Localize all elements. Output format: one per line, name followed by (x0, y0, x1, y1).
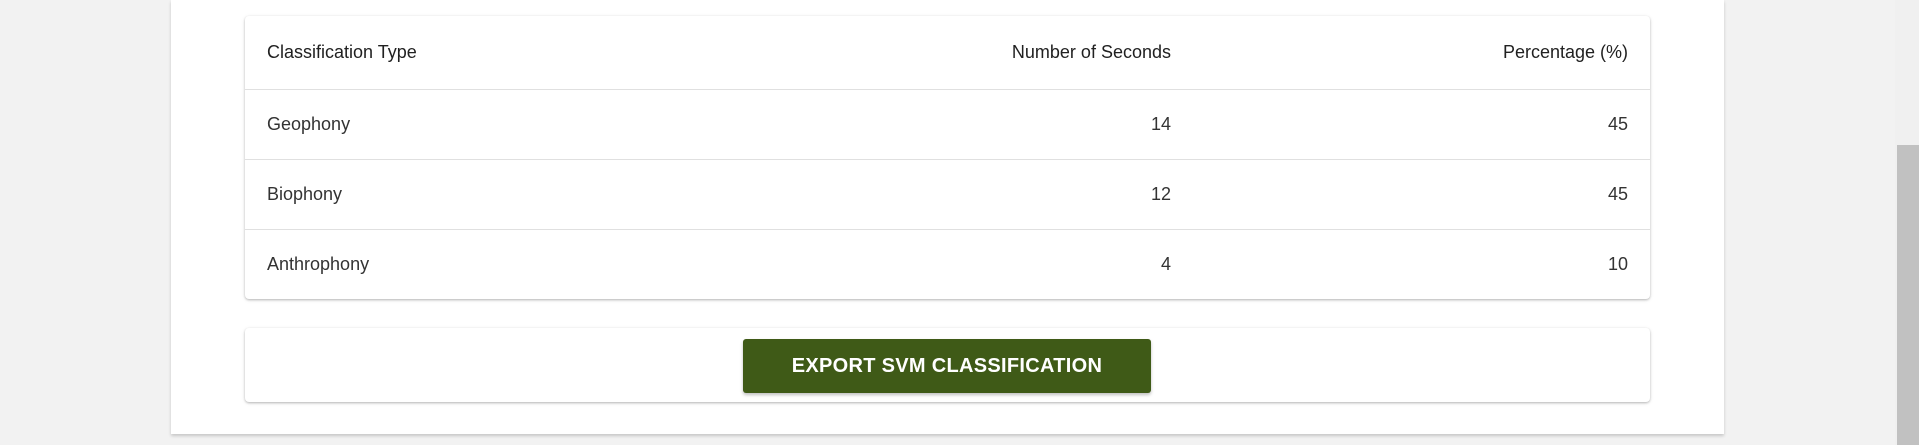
cell-number-of-seconds: 14 (749, 89, 1193, 160)
table-header-row: Classification Type Number of Seconds Pe… (245, 16, 1650, 90)
cell-classification-type: Anthrophony (267, 254, 370, 274)
scrollbar-thumb[interactable] (1897, 145, 1919, 445)
classification-table-card: Classification Type Number of Seconds Pe… (245, 16, 1650, 299)
export-svm-classification-button[interactable]: EXPORT SVM CLASSIFICATION (743, 339, 1151, 393)
cell-percentage: 45 (1193, 89, 1650, 160)
export-card: EXPORT SVM CLASSIFICATION (245, 328, 1650, 402)
cell-classification-type: Geophony (245, 89, 749, 160)
header-number-of-seconds: Number of Seconds (749, 16, 1193, 90)
cell-number-of-seconds: 12 (749, 159, 1193, 230)
cell-percentage: 45 (1193, 159, 1650, 230)
table-row: Anthrophony 4 10 (245, 230, 1650, 300)
cell-number-of-seconds: 4 (1160, 254, 1171, 274)
cell-classification-type: Biophony (245, 159, 749, 230)
classification-table: Classification Type Number of Seconds Pe… (245, 16, 1650, 299)
header-percentage: Percentage (%) (1193, 16, 1650, 90)
table-row: Geophony 14 45 (245, 89, 1650, 160)
header-classification-type: Classification Type (245, 16, 749, 90)
cell-percentage: 10 (1607, 254, 1628, 274)
table-row: Biophony 12 45 (245, 159, 1650, 230)
